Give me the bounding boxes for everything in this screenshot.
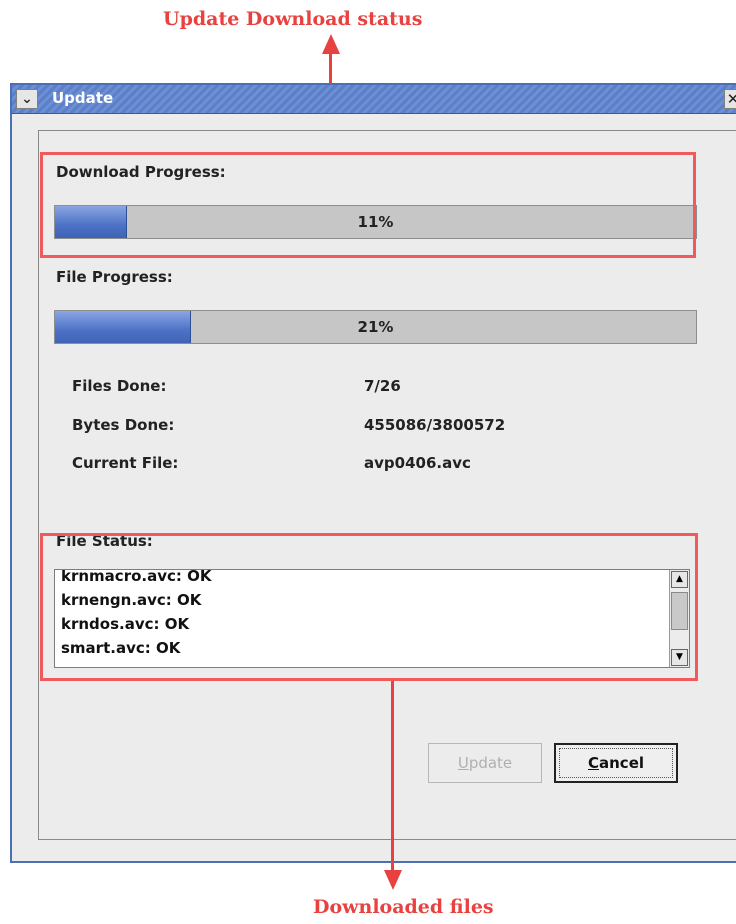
files-done-value: 7/26 — [364, 377, 401, 395]
current-file-label: Current File: — [72, 454, 179, 472]
cancel-mnemonic: C — [587, 754, 599, 772]
update-mnemonic: U — [457, 754, 469, 772]
current-file-value: avp0406.avc — [364, 454, 471, 472]
annotation-arrow-up — [322, 34, 340, 54]
close-icon: ✕ — [726, 90, 736, 108]
bytes-done-value: 455086/3800572 — [364, 416, 506, 434]
annotation-top-label: Update Download status — [163, 8, 423, 30]
window-title: Update — [52, 89, 114, 107]
cancel-label-rest: ancel — [599, 754, 645, 772]
annotation-bottom-label: Downloaded files — [313, 896, 494, 918]
annotation-box-download — [40, 152, 696, 258]
file-progress-bar: 21% — [54, 310, 697, 344]
files-done-label: Files Done: — [72, 377, 167, 395]
chevron-down-icon: ⌄ — [21, 91, 33, 107]
window-close-button[interactable]: ✕ — [724, 89, 736, 109]
file-progress-label: File Progress: — [56, 268, 173, 286]
annotation-arrow-line-bottom — [391, 681, 394, 871]
title-bar[interactable]: ⌄ Update ✕ — [12, 85, 736, 114]
update-button[interactable]: Update — [428, 743, 542, 783]
cancel-button[interactable]: Cancel — [554, 743, 678, 783]
annotation-arrow-down — [384, 870, 402, 890]
annotation-box-files — [40, 533, 698, 681]
window-menu-button[interactable]: ⌄ — [16, 89, 38, 109]
update-label-rest: pdate — [468, 754, 513, 772]
cancel-focus-ring: Cancel — [559, 748, 673, 778]
bytes-done-label: Bytes Done: — [72, 416, 175, 434]
file-progress-text: 21% — [357, 318, 394, 336]
